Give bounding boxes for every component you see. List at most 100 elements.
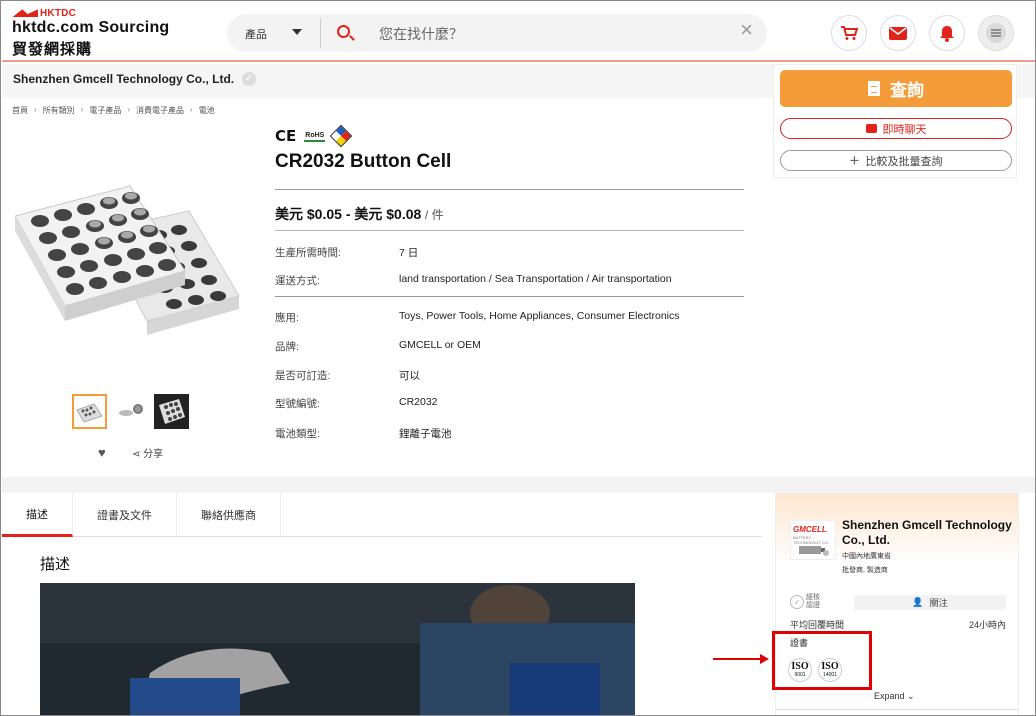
spec-label: 應用: [275, 312, 299, 324]
price-range: 美元 $0.05 - 美元 $0.08 / 件 [275, 204, 444, 224]
expand-label: Expand [874, 691, 905, 701]
breadcrumb-item[interactable]: 消費電子產品 [136, 105, 184, 116]
mail-button[interactable] [880, 15, 916, 51]
breadcrumb-separator-icon: › [190, 105, 193, 114]
price-unit: / 件 [424, 208, 444, 222]
spec-value: 可以 [399, 370, 420, 382]
certification-badges: CE RoHS [275, 124, 353, 148]
tab-description[interactable]: 描述 [2, 493, 73, 537]
inquire-button-label: 查詢 [890, 81, 924, 100]
spec-value: 鋰離子電池 [399, 428, 452, 440]
breadcrumb-separator-icon: › [127, 105, 131, 114]
search-bar: 產品 您在找什麼？ × [227, 14, 767, 52]
share-button[interactable]: ⋖ 分享 [132, 445, 163, 460]
breadcrumb-separator-icon: › [34, 105, 37, 114]
breadcrumb-item[interactable]: 首頁 [12, 105, 28, 116]
spec-label: 電池類型: [275, 428, 320, 440]
thumbnail-1[interactable] [72, 394, 107, 429]
thumbnail-2[interactable] [113, 394, 148, 429]
heart-icon[interactable]: ♥ [98, 445, 106, 460]
inquiry-card: 查詢 即時聊天 + 比較及批量查詢 [773, 64, 1017, 178]
spec-row: 是否可訂造: 可以 [275, 368, 745, 383]
response-time-value: 24小時內 [968, 620, 1006, 630]
divider [275, 189, 744, 190]
chat-icon [865, 124, 877, 133]
add-user-icon: 👤 [912, 597, 924, 607]
spec-value: land transportation / Sea Transportation… [399, 273, 672, 285]
verified-badge: ✓ 經核認證 [790, 594, 824, 610]
search-icon[interactable] [337, 25, 350, 38]
compare-label: 比較及批量查詢 [865, 155, 943, 168]
thumbnail-image [159, 399, 185, 424]
search-input[interactable]: 您在找什麼？ [379, 24, 463, 44]
menu-icon [986, 23, 1006, 43]
search-category-select[interactable]: 產品 [245, 26, 267, 42]
product-main-image[interactable] [15, 161, 247, 336]
spec-row: 運送方式: land transportation / Sea Transpor… [275, 273, 745, 288]
spec-row: 應用: Toys, Power Tools, Home Appliances, … [275, 310, 745, 325]
spec-row: 型號編號: CR2032 [275, 396, 745, 411]
spec-label: 品牌: [275, 341, 299, 353]
share-icon: ⋖ [132, 449, 141, 460]
tab-certificates[interactable]: 證書及文件 [73, 493, 177, 537]
notification-button[interactable] [929, 15, 965, 51]
rohs-mark: RoHS [304, 131, 326, 142]
hktdc-logo[interactable]: HKTDC [12, 8, 76, 19]
spec-label: 型號編號: [275, 398, 320, 410]
spec-label: 生產所需時間: [275, 247, 341, 259]
account-menu-button[interactable] [978, 15, 1014, 51]
spec-value: GMCELL or OEM [399, 339, 481, 351]
compare-inquiry-button[interactable]: + 比較及批量查詢 [780, 150, 1012, 171]
highlight-box [772, 631, 872, 690]
hktdc-logo-text: HKTDC [40, 8, 76, 19]
description-heading: 描述 [40, 556, 71, 573]
spec-value: CR2032 [399, 396, 438, 408]
thumbnail-3[interactable] [154, 394, 189, 429]
top-header: HKTDC hktdc.com Sourcing 貿發網採購 產品 您在找什麼？… [2, 2, 1035, 62]
follow-button[interactable]: 👤 關注 [854, 595, 1006, 610]
section-separator [2, 477, 1035, 493]
divider [275, 230, 744, 231]
brand-subtitle[interactable]: 貿發網採購 [12, 38, 92, 59]
company-name-link[interactable]: Shenzhen Gmcell Technology Co., Ltd. [13, 72, 234, 86]
share-label: 分享 [143, 449, 164, 460]
supplier-name-link[interactable]: Shenzhen Gmcell Technology Co., Ltd. [842, 518, 1012, 548]
page: HKTDC hktdc.com Sourcing 貿發網採購 產品 您在找什麼？… [0, 0, 1036, 716]
price-value: 美元 $0.05 - 美元 $0.08 [275, 206, 422, 222]
clear-icon[interactable]: × [740, 19, 753, 41]
cart-button[interactable] [831, 15, 867, 51]
mail-icon [889, 26, 907, 40]
breadcrumb-item[interactable]: 所有類別 [43, 105, 75, 116]
spec-label: 運送方式: [275, 275, 320, 287]
supplier-logo-text: GMCELL [793, 525, 827, 534]
breadcrumb-item[interactable]: 電子產品 [89, 105, 121, 116]
thumbnail-image [76, 403, 103, 423]
hazard-diamond-icon [330, 124, 353, 148]
supplier-business-type: 批發商, 製造商 [842, 567, 888, 574]
expand-button[interactable]: Expand ⌄ [874, 691, 915, 702]
chevron-down-icon: ⌄ [907, 691, 915, 701]
caret-down-icon[interactable] [292, 29, 302, 35]
description-video[interactable] [40, 583, 635, 716]
breadcrumb-separator-icon: › [80, 105, 84, 114]
arrow-right-icon [713, 654, 769, 664]
verified-label: 經核認證 [806, 594, 820, 609]
supplier-location: 中國內地廣東省 [842, 553, 891, 560]
battery-icon [799, 546, 829, 556]
spec-row: 品牌: GMCELL or OEM [275, 339, 745, 354]
search-divider [320, 18, 321, 48]
brand-title[interactable]: hktdc.com Sourcing [12, 19, 169, 37]
spec-value: 7 日 [399, 247, 419, 259]
breadcrumb-item: 電池 [198, 106, 215, 115]
tab-contact-supplier[interactable]: 聯絡供應商 [177, 493, 281, 537]
detail-tabs: 描述 證書及文件 聯絡供應商 [2, 493, 762, 537]
thumbnail-image [119, 404, 143, 416]
live-chat-label: 即時聊天 [882, 123, 927, 136]
divider [776, 709, 1018, 710]
inquire-button[interactable]: 查詢 [780, 70, 1012, 107]
live-chat-button[interactable]: 即時聊天 [780, 118, 1012, 139]
supplier-logo[interactable]: GMCELL BATTERY TECHNOLOGY CO. [790, 520, 836, 560]
response-time-label: 平均回覆時間 [790, 620, 845, 630]
bell-icon [940, 25, 954, 42]
product-title: CR2032 Button Cell [275, 151, 452, 172]
